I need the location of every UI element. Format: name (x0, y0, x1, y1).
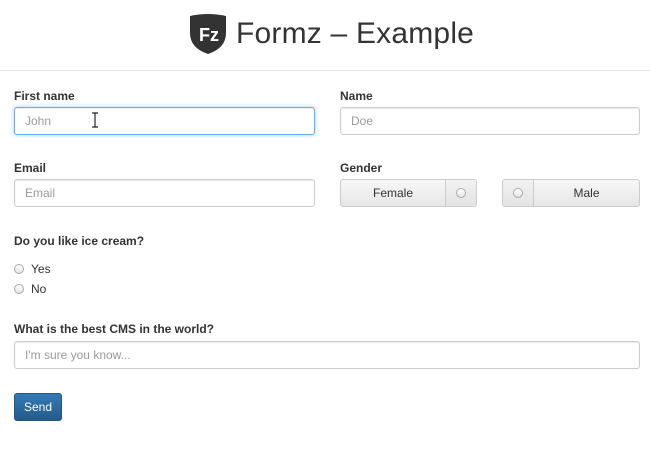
gender-female-radio[interactable] (445, 180, 476, 206)
brand: Fz Formz – Example (188, 13, 474, 55)
email-label: Email (14, 161, 47, 175)
ice-cream-no-label: No (31, 282, 47, 296)
logo-text: Fz (199, 25, 219, 45)
gender-label: Gender (340, 161, 383, 175)
text-cursor-icon (92, 112, 98, 128)
ice-cream-yes-label: Yes (31, 262, 51, 276)
page-title: Formz – Example (236, 17, 475, 50)
gender-female-label: Female (372, 186, 413, 200)
best-cms-label: What is the best CMS in the world? (14, 322, 215, 336)
gender-male-label: Male (573, 186, 600, 200)
ice-cream-yes-radio[interactable] (14, 264, 24, 274)
formz-logo-icon: Fz (190, 14, 226, 54)
gender-male-option[interactable]: Male (502, 179, 640, 207)
first-name-input[interactable] (14, 107, 315, 135)
ice-cream-label: Do you like ice cream? (14, 234, 145, 248)
send-button[interactable]: Send (14, 393, 62, 421)
gender-female-option[interactable]: Female (340, 179, 477, 207)
email-input[interactable] (14, 179, 315, 207)
gender-male-radio[interactable] (503, 180, 534, 206)
first-name-label: First name (14, 89, 75, 103)
name-input[interactable] (340, 107, 640, 135)
ice-cream-yes-option[interactable]: Yes (14, 262, 51, 276)
radio-circle-icon (513, 188, 523, 198)
ice-cream-no-radio[interactable] (14, 284, 24, 294)
best-cms-input[interactable] (14, 341, 640, 369)
ice-cream-no-option[interactable]: No (14, 282, 46, 296)
name-label: Name (340, 89, 373, 103)
app-header: Fz Formz – Example (0, 0, 650, 71)
radio-circle-icon (456, 188, 466, 198)
